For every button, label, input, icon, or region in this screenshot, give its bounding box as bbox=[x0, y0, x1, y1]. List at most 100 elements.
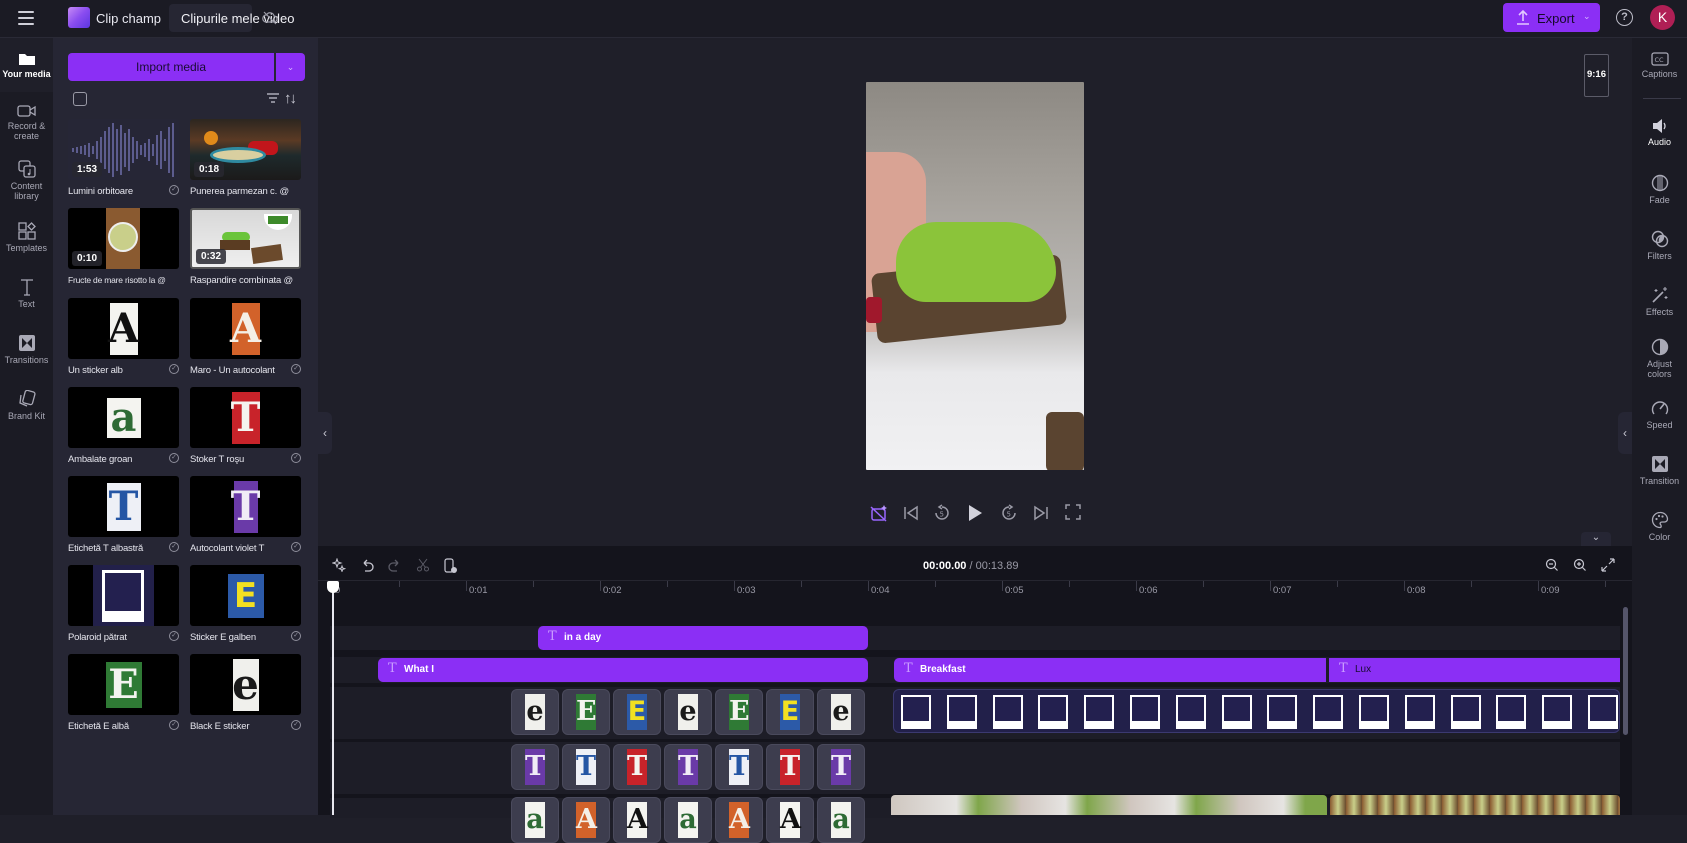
sticker-clip[interactable]: T bbox=[664, 744, 712, 790]
sticker-clip[interactable]: E bbox=[715, 689, 763, 735]
redo-icon[interactable] bbox=[388, 558, 402, 572]
magic-tool-icon[interactable] bbox=[332, 558, 346, 572]
sidebar-item-adjust-colors[interactable]: Adjust colors bbox=[1632, 338, 1687, 379]
sidebar-item-effects[interactable]: Effects bbox=[1632, 286, 1687, 317]
sidebar-item-your-media[interactable]: Your media bbox=[0, 38, 53, 92]
ai-crop-off-icon[interactable] bbox=[870, 504, 888, 522]
time-ruler[interactable]: 00:010:020:030:040:050:060:070:080:09 bbox=[318, 580, 1632, 604]
sidebar-item-filters[interactable]: Filters bbox=[1632, 230, 1687, 261]
playhead-handle[interactable] bbox=[327, 581, 339, 593]
text-clip[interactable]: T Breakfast bbox=[894, 658, 1326, 682]
collapse-media-panel-button[interactable]: ‹ bbox=[318, 412, 332, 454]
select-all-checkbox[interactable] bbox=[73, 92, 87, 106]
playhead[interactable] bbox=[332, 583, 334, 815]
sticker-clip[interactable]: A bbox=[562, 797, 610, 843]
media-item[interactable]: A Un sticker alb ✓ bbox=[68, 298, 179, 378]
media-item[interactable]: T Autocolant violet T ✓ bbox=[190, 476, 301, 556]
export-button[interactable]: Export ⌄ bbox=[1503, 3, 1600, 32]
sticker-clip[interactable]: T bbox=[613, 744, 661, 790]
media-item[interactable]: 0:32 Raspandire combinata @ bbox=[190, 208, 301, 288]
media-item[interactable]: e Black E sticker ✓ bbox=[190, 654, 301, 734]
undo-icon[interactable] bbox=[360, 558, 374, 572]
play-icon[interactable] bbox=[967, 504, 983, 522]
media-item[interactable]: E Sticker E galben ✓ bbox=[190, 565, 301, 645]
sidebar-item-transition[interactable]: Transition bbox=[1632, 455, 1687, 486]
sidebar-item-color[interactable]: Color bbox=[1632, 511, 1687, 542]
sticker-clip[interactable]: e bbox=[664, 689, 712, 735]
fit-to-screen-icon[interactable] bbox=[1601, 558, 1615, 572]
sticker-thumbnail: e bbox=[190, 654, 301, 715]
rewind-5-icon[interactable]: 5 bbox=[933, 504, 951, 522]
media-item[interactable]: A Maro - Un autocolant ✓ bbox=[190, 298, 301, 378]
skip-back-icon[interactable] bbox=[903, 504, 919, 522]
collapse-properties-panel-button[interactable]: ‹ bbox=[1618, 412, 1632, 454]
sidebar-item-audio[interactable]: Audio bbox=[1632, 118, 1687, 147]
sticker-clip[interactable]: e bbox=[817, 689, 865, 735]
video-preview[interactable] bbox=[866, 82, 1084, 470]
text-clip[interactable]: T What I bbox=[378, 658, 868, 682]
text-clip[interactable]: Tin a day bbox=[538, 626, 868, 650]
text-icon bbox=[20, 279, 33, 296]
sticker-clip[interactable]: a bbox=[664, 797, 712, 843]
media-item[interactable]: T Stoker T roşu ✓ bbox=[190, 387, 301, 467]
skip-forward-icon[interactable] bbox=[1033, 504, 1049, 522]
video-clip-spread[interactable] bbox=[891, 795, 1327, 815]
hamburger-menu-icon[interactable] bbox=[18, 11, 34, 25]
help-icon[interactable]: ? bbox=[1616, 9, 1633, 26]
sticker-clip[interactable]: E bbox=[562, 689, 610, 735]
media-item[interactable]: 0:10 Fructe de mare risotto la @ bbox=[68, 208, 179, 288]
sidebar-item-fade[interactable]: Fade bbox=[1632, 174, 1687, 205]
sticker-clip[interactable]: a bbox=[511, 797, 559, 843]
media-item[interactable]: 0:18 Punerea parmezan c. @ bbox=[190, 119, 301, 199]
sticker-clip[interactable]: E bbox=[613, 689, 661, 735]
polaroid-frame bbox=[1175, 695, 1206, 729]
media-item[interactable]: a Ambalate groan ✓ bbox=[68, 387, 179, 467]
sticker-clip[interactable]: T bbox=[511, 744, 559, 790]
sidebar-item-text[interactable]: Text bbox=[0, 278, 53, 309]
add-to-timeline-icon[interactable] bbox=[444, 558, 458, 574]
sort-icon[interactable]: ↑↓ bbox=[284, 90, 297, 107]
sticker-clip[interactable]: A bbox=[766, 797, 814, 843]
media-item[interactable]: 1:53 Lumini orbitoare ✓ bbox=[68, 119, 179, 199]
sidebar-item-label: Speed bbox=[1646, 420, 1673, 430]
video-thumbnail: 0:18 bbox=[190, 119, 301, 180]
import-media-dropdown[interactable]: ⌄ bbox=[276, 53, 305, 81]
aspect-ratio-button[interactable]: 9:16 bbox=[1584, 54, 1609, 97]
media-item[interactable]: Polaroid pătrat ✓ bbox=[68, 565, 179, 645]
sticker-clip[interactable]: T bbox=[817, 744, 865, 790]
sticker-clip[interactable]: T bbox=[715, 744, 763, 790]
sidebar-item-content-library[interactable]: Content library bbox=[0, 160, 53, 201]
current-time: 00:00.00 bbox=[923, 560, 967, 572]
sidebar-item-brand-kit[interactable]: Brand Kit bbox=[0, 390, 53, 421]
split-scissors-icon[interactable] bbox=[416, 558, 430, 572]
filter-icon[interactable] bbox=[266, 92, 280, 104]
zoom-out-icon[interactable] bbox=[1545, 558, 1559, 572]
sidebar-item-transitions[interactable]: Transitions bbox=[0, 334, 53, 365]
sticker-clip[interactable]: E bbox=[766, 689, 814, 735]
collapse-timeline-button[interactable]: ⌄ bbox=[1581, 532, 1611, 546]
sidebar-item-speed[interactable]: Speed bbox=[1632, 399, 1687, 430]
sidebar-item-templates[interactable]: Templates bbox=[0, 222, 53, 253]
sticker-clip[interactable]: A bbox=[715, 797, 763, 843]
project-name-field[interactable]: Clipurile mele video bbox=[169, 4, 294, 32]
import-media-button[interactable]: Import media bbox=[68, 53, 274, 81]
sidebar-item-record-create[interactable]: Record & create bbox=[0, 104, 53, 141]
forward-5-icon[interactable]: 5 bbox=[1000, 504, 1018, 522]
sticker-clip[interactable]: a bbox=[817, 797, 865, 843]
timeline-vertical-scrollbar[interactable] bbox=[1623, 607, 1628, 735]
media-item[interactable]: E Etichetă E albă ✓ bbox=[68, 654, 179, 734]
text-clip[interactable]: T Lux bbox=[1329, 658, 1620, 682]
sidebar-item-captions[interactable]: CC Captions bbox=[1632, 52, 1687, 79]
fullscreen-icon[interactable] bbox=[1065, 504, 1081, 520]
sticker-clip[interactable]: A bbox=[613, 797, 661, 843]
ruler-half-tick bbox=[1471, 581, 1472, 587]
zoom-in-icon[interactable] bbox=[1573, 558, 1587, 572]
avatar[interactable]: K bbox=[1650, 5, 1675, 30]
video-clip-risotto[interactable] bbox=[1330, 795, 1620, 815]
sticker-clip[interactable]: e bbox=[511, 689, 559, 735]
left-sidebar: Your media Record & create Content libra… bbox=[0, 38, 53, 815]
sticker-clip[interactable]: T bbox=[766, 744, 814, 790]
media-item[interactable]: T Etichetă T albastră ✓ bbox=[68, 476, 179, 556]
sticker-clip[interactable]: T bbox=[562, 744, 610, 790]
polaroid-clip[interactable] bbox=[893, 689, 1620, 733]
